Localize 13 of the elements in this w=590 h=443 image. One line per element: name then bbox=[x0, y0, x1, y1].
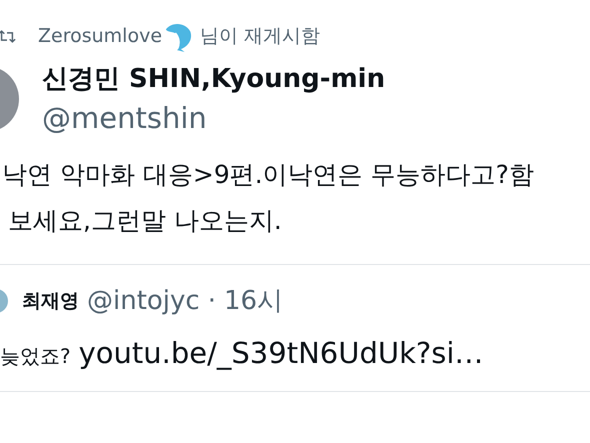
quote-author-handle: @intojyc bbox=[87, 286, 200, 316]
quote-text: 늦었죠? bbox=[0, 343, 71, 370]
repost-label: 님이 재게시함 bbox=[200, 24, 320, 49]
repost-icon bbox=[0, 30, 16, 42]
author-handle[interactable]: @mentshin bbox=[42, 98, 386, 138]
quote-time: 16시 bbox=[224, 285, 284, 318]
quote-author-name: 최재영 bbox=[22, 288, 79, 314]
author-name[interactable]: 신경민 SHIN,Kyoung-min bbox=[42, 60, 386, 98]
reposter-name[interactable]: Zerosumlove bbox=[38, 25, 162, 47]
post-text-line: 낙연 악마화 대응>9편.이낙연은 무능하다고?함 bbox=[2, 159, 535, 191]
post-text-line: 보세요,그런말 나오는지. bbox=[7, 205, 283, 237]
separator-dot: · bbox=[208, 286, 216, 316]
quote-link[interactable]: youtu.be/_S39tN6UdUk?si… bbox=[78, 336, 484, 370]
